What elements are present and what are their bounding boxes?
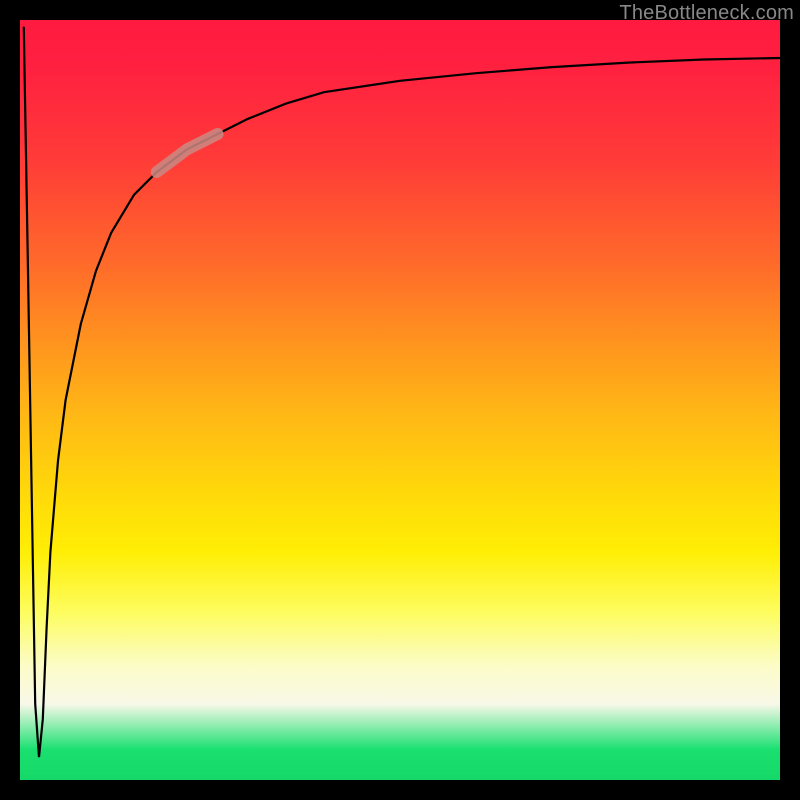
chart-frame: TheBottleneck.com <box>0 0 800 800</box>
curve-highlight <box>157 134 218 172</box>
curve-svg <box>20 20 780 780</box>
bottleneck-curve <box>24 28 780 758</box>
plot-area <box>20 20 780 780</box>
